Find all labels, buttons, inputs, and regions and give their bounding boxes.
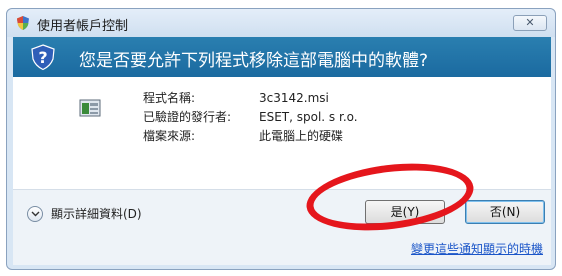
show-details-toggle[interactable]: 顯示詳細資料(D) (27, 205, 142, 222)
publisher-label: 已驗證的發行者: (143, 110, 232, 124)
question-text: 您是否要允許下列程式移除這部電腦中的軟體? (79, 51, 429, 71)
file-origin-value: 此電腦上的硬碟 (259, 129, 344, 143)
window-title: 使用者帳戶控制 (37, 19, 129, 34)
close-icon: ✕ (525, 16, 535, 29)
close-button[interactable]: ✕ (513, 15, 547, 31)
question-banner: ? 您是否要允許下列程式移除這部電腦中的軟體? (13, 37, 551, 77)
notification-settings-link[interactable]: 變更這些通知顯示的時機 (411, 240, 543, 257)
question-shield-icon: ? (31, 44, 55, 71)
info-row-program-name: 程式名稱: 3c3142.msi (143, 89, 358, 108)
program-info-list: 程式名稱: 3c3142.msi 已驗證的發行者: ESET, spol. s … (143, 89, 358, 146)
info-row-file-origin: 檔案來源: 此電腦上的硬碟 (143, 127, 358, 146)
program-details: 程式名稱: 3c3142.msi 已驗證的發行者: ESET, spol. s … (13, 77, 551, 189)
installer-package-icon (79, 99, 101, 117)
program-name-value: 3c3142.msi (259, 91, 329, 105)
dialog-footer: 顯示詳細資料(D) 是(Y) 否(N) 變更這些通知顯示的時機 (13, 189, 551, 265)
svg-text:?: ? (38, 48, 47, 67)
info-row-publisher: 已驗證的發行者: ESET, spol. s r.o. (143, 108, 358, 127)
no-button[interactable]: 否(N) (465, 200, 545, 224)
file-origin-label: 檔案來源: (143, 129, 196, 143)
uac-dialog: 使用者帳戶控制 ✕ ? 您是否要允許下列程式移除這部電腦中的軟體? 程式名稱: … (6, 8, 556, 270)
shield-icon (17, 16, 29, 30)
program-name-label: 程式名稱: (143, 91, 196, 105)
show-details-label: 顯示詳細資料(D) (51, 207, 142, 221)
title-bar: 使用者帳戶控制 ✕ (7, 9, 555, 37)
chevron-down-icon (27, 205, 43, 222)
publisher-value: ESET, spol. s r.o. (259, 110, 358, 124)
